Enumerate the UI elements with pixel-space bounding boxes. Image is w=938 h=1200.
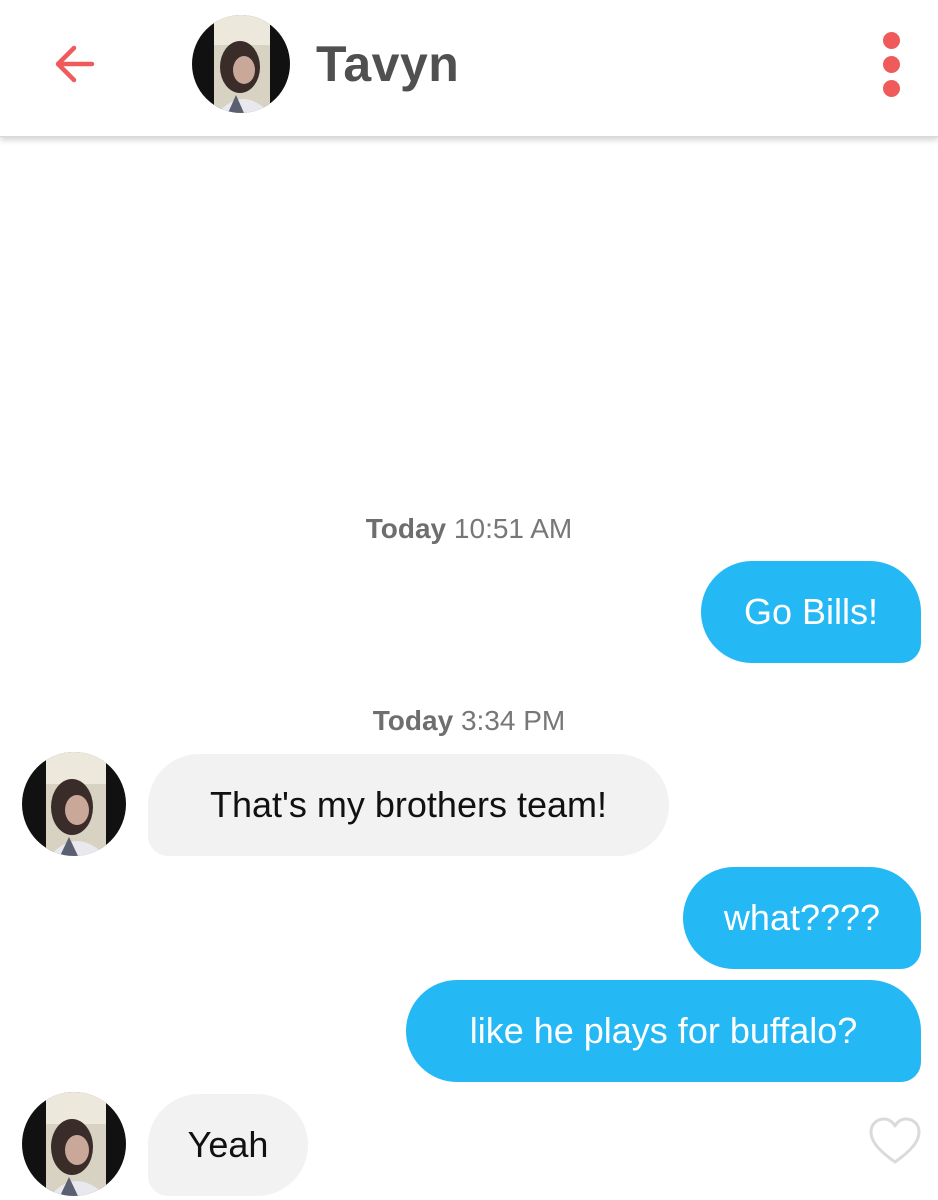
message-timestamp: Today 3:34 PM xyxy=(372,705,566,736)
contact-avatar[interactable] xyxy=(22,1092,126,1196)
options-menu-button[interactable] xyxy=(872,32,912,98)
contact-avatar[interactable] xyxy=(192,15,290,113)
heart-outline-icon[interactable] xyxy=(868,1116,922,1166)
received-message-bubble[interactable]: Yeah xyxy=(148,1094,308,1196)
sent-message-bubble[interactable]: Go Bills! xyxy=(701,561,921,663)
message-timestamp: Today 10:51 AM xyxy=(365,513,573,544)
contact-avatar[interactable] xyxy=(22,752,126,856)
contact-name[interactable]: Tavyn xyxy=(316,34,459,94)
sent-message-bubble[interactable]: what???? xyxy=(683,867,921,969)
sent-message-bubble[interactable]: like he plays for buffalo? xyxy=(406,980,921,1082)
chat-header: Tavyn xyxy=(0,0,938,137)
received-message-bubble[interactable]: That's my brothers team! xyxy=(148,754,669,856)
arrow-left-icon xyxy=(55,45,95,83)
back-button[interactable] xyxy=(44,34,104,94)
